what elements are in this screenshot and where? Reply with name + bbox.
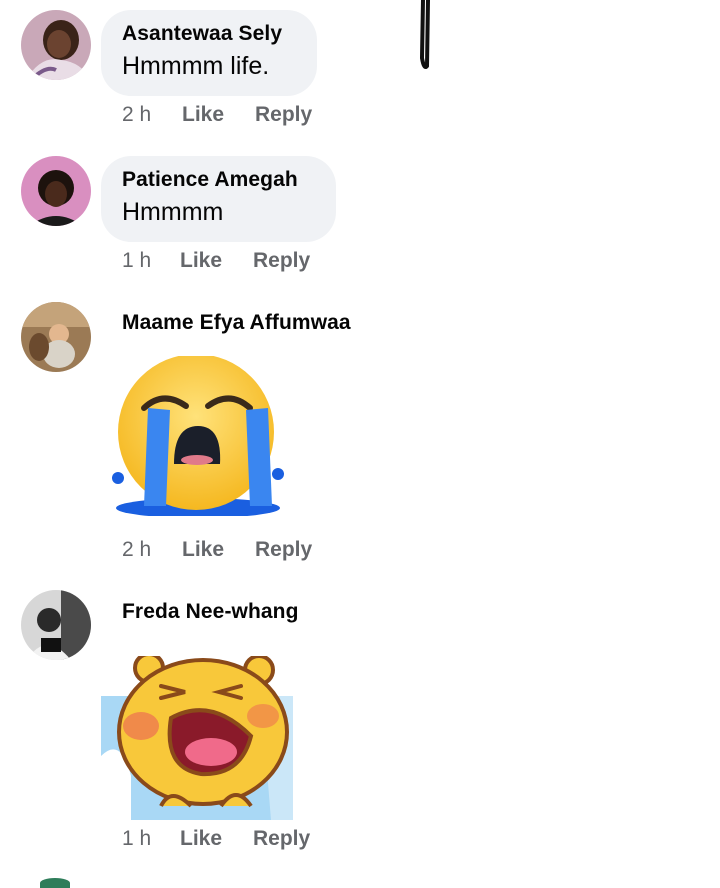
comment-author-name[interactable]: Freda Nee-whang — [122, 600, 299, 624]
comment-actions: 2 h Like Reply — [122, 103, 312, 127]
comment-timestamp[interactable]: 1 h — [122, 249, 180, 273]
comment-text: Hmmmm life. — [122, 52, 270, 80]
crying-bear-sticker[interactable] — [101, 656, 293, 820]
reply-button[interactable]: Reply — [255, 103, 312, 127]
comment-timestamp[interactable]: 2 h — [122, 103, 182, 127]
comment-bubble: Patience Amegah Hmmmm — [101, 156, 336, 242]
avatar[interactable] — [21, 156, 91, 226]
comment-author-name[interactable]: Asantewaa Sely — [122, 22, 295, 46]
like-button[interactable]: Like — [180, 827, 253, 851]
comment-actions: 2 h Like Reply — [122, 538, 312, 562]
loudly-crying-face-emoji[interactable] — [108, 356, 288, 516]
comment-author-name[interactable]: Maame Efya Affumwaa — [122, 311, 351, 335]
comment-text: Hmmmm — [122, 198, 224, 226]
reply-button[interactable]: Reply — [253, 827, 310, 851]
comment-timestamp[interactable]: 2 h — [122, 538, 182, 562]
comment-timestamp[interactable]: 1 h — [122, 827, 180, 851]
pen-stroke-annotation — [419, 0, 430, 69]
comment-author-name[interactable]: Patience Amegah — [122, 168, 314, 192]
avatar[interactable] — [21, 302, 91, 372]
comment-actions: 1 h Like Reply — [122, 827, 310, 851]
reply-button[interactable]: Reply — [255, 538, 312, 562]
like-button[interactable]: Like — [182, 103, 255, 127]
avatar[interactable] — [40, 878, 70, 888]
reply-button[interactable]: Reply — [253, 249, 310, 273]
like-button[interactable]: Like — [180, 249, 253, 273]
avatar[interactable] — [21, 10, 91, 80]
avatar[interactable] — [21, 590, 91, 660]
comment-actions: 1 h Like Reply — [122, 249, 310, 273]
comment-bubble: Asantewaa Sely Hmmmm life. — [101, 10, 317, 96]
like-button[interactable]: Like — [182, 538, 255, 562]
